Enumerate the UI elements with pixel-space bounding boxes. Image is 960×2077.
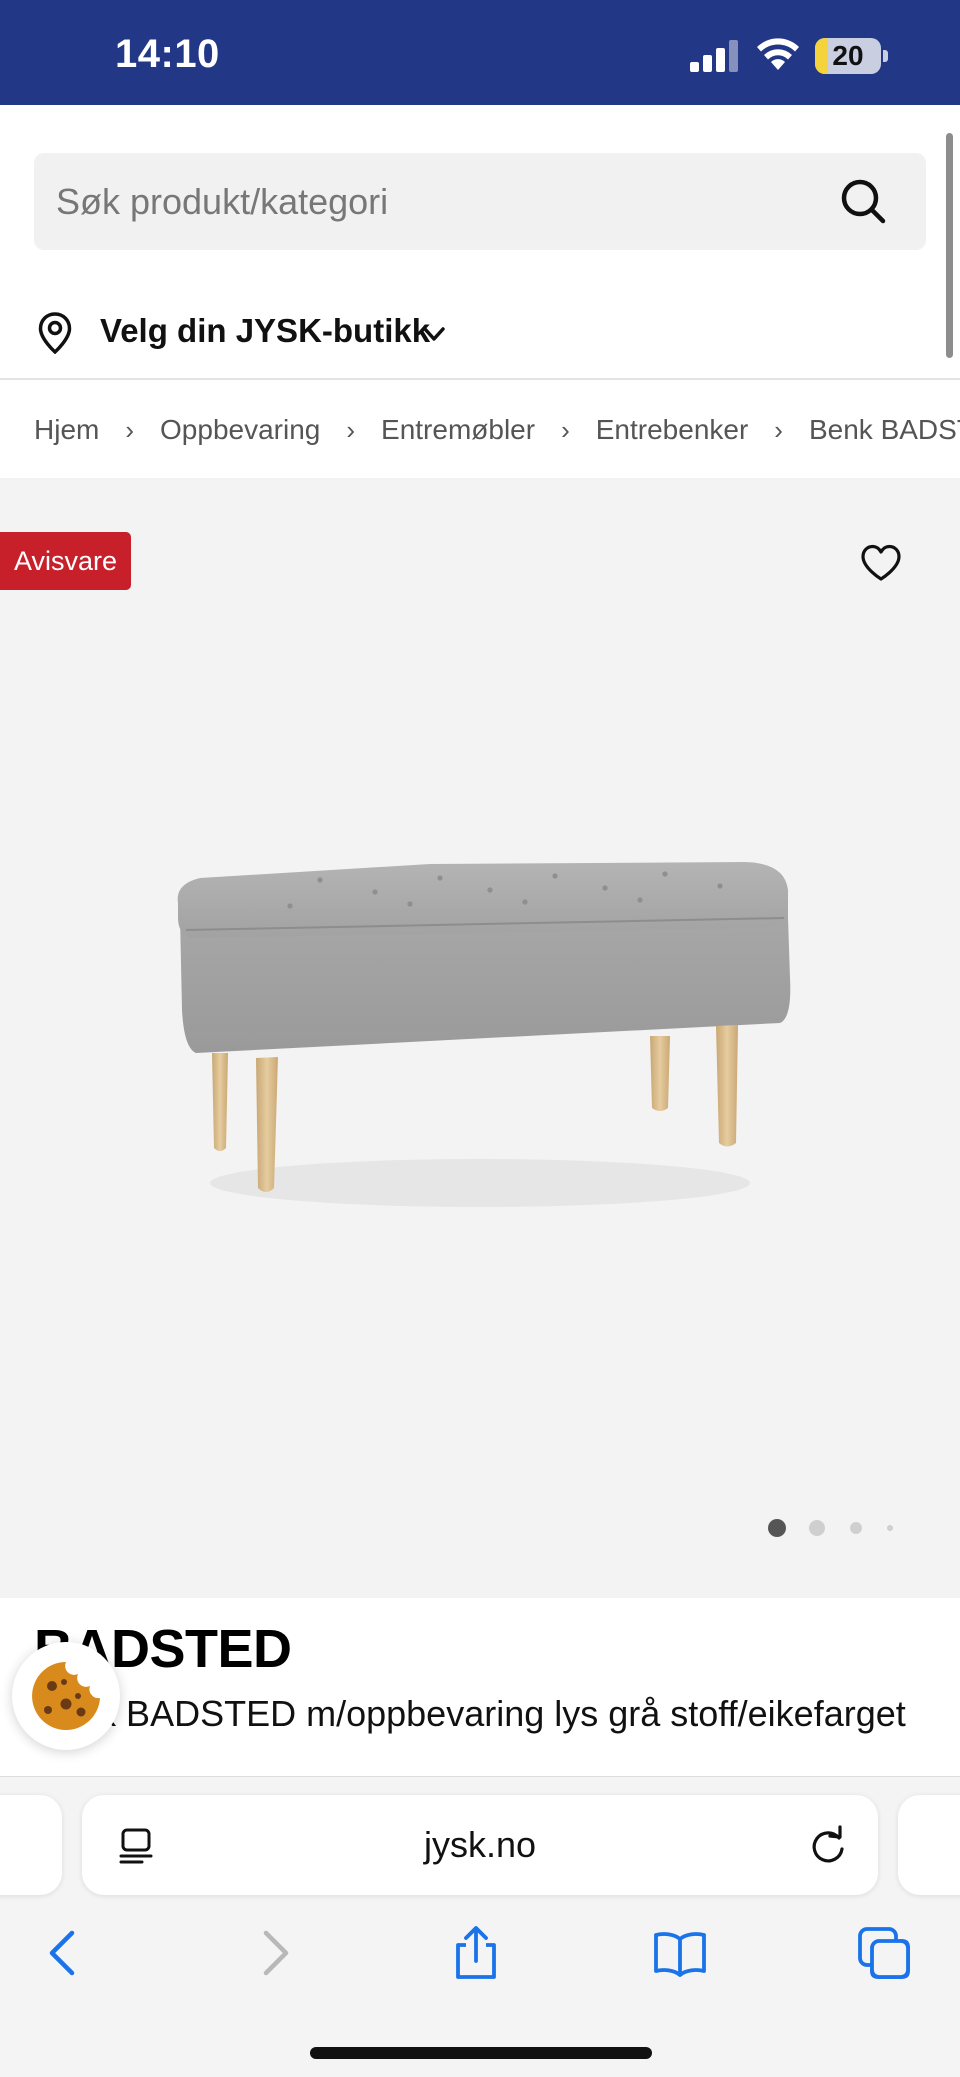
breadcrumb-item-storage[interactable]: Oppbevaring: [160, 382, 320, 478]
cookie-settings-button[interactable]: [12, 1642, 120, 1750]
cellular-signal-icon: [690, 40, 738, 72]
address-bar[interactable]: jysk.no: [82, 1795, 878, 1895]
share-icon[interactable]: [448, 1925, 504, 1981]
breadcrumb-chevron-icon: ›: [125, 415, 135, 445]
heart-icon[interactable]: [860, 544, 902, 582]
breadcrumb-item-current: Benk BADST: [808, 414, 960, 445]
breadcrumb-item-hallway-furniture[interactable]: Entremøbler: [381, 382, 535, 478]
url-text[interactable]: jysk.no: [82, 1795, 878, 1895]
store-selector[interactable]: Velg din JYSK-butikk: [0, 290, 960, 378]
breadcrumb-item-hallway-benches[interactable]: Entrebenker: [596, 382, 749, 478]
promo-badge: Avisvare: [0, 532, 132, 590]
home-indicator: [310, 2047, 652, 2059]
gallery-dot-active[interactable]: [768, 1519, 786, 1537]
breadcrumb-chevron-icon: ›: [561, 415, 570, 445]
status-time: 14:10: [115, 32, 220, 76]
gallery-dot[interactable]: [887, 1525, 893, 1531]
breadcrumb-item-home[interactable]: Hjem: [34, 382, 99, 478]
product-gallery[interactable]: Avisvare: [0, 478, 960, 1598]
search-input[interactable]: [56, 153, 816, 250]
breadcrumb: Hjem › Oppbevaring › Entremøbler › Entrebenker…: [34, 382, 960, 478]
next-tab-preview[interactable]: [898, 1795, 960, 1895]
forward-icon[interactable]: [246, 1925, 302, 1981]
breadcrumb-chevron-icon: ›: [774, 415, 783, 445]
back-icon[interactable]: [36, 1925, 92, 1981]
browser-toolbar: jysk.no: [0, 1776, 960, 2077]
header-divider: [0, 378, 960, 380]
previous-tab-preview[interactable]: [0, 1795, 62, 1895]
search-bar[interactable]: [34, 153, 926, 250]
chevron-down-icon: [423, 327, 445, 341]
battery-percent: 20: [832, 40, 864, 71]
battery-indicator: 20: [815, 38, 888, 74]
gallery-pagination[interactable]: [760, 1516, 900, 1540]
cookie-icon: [32, 1662, 101, 1730]
reload-icon[interactable]: [808, 1825, 848, 1865]
wifi-icon: [757, 38, 799, 70]
store-selector-label: Velg din JYSK-butikk: [100, 312, 431, 349]
product-image-bench: [177, 862, 791, 1207]
bookmarks-icon[interactable]: [652, 1925, 708, 1981]
gallery-dot[interactable]: [809, 1520, 825, 1536]
page-scrollbar[interactable]: [946, 133, 953, 358]
search-icon[interactable]: [840, 178, 886, 224]
map-pin-icon: [38, 312, 72, 354]
gallery-dot[interactable]: [850, 1522, 862, 1534]
status-bar: 14:10 20: [0, 0, 960, 105]
breadcrumb-chevron-icon: ›: [346, 415, 356, 445]
tabs-icon[interactable]: [856, 1925, 912, 1981]
product-subtitle: Benk BADSTED m/oppbevaring lys grå stoff…: [34, 1693, 906, 1734]
